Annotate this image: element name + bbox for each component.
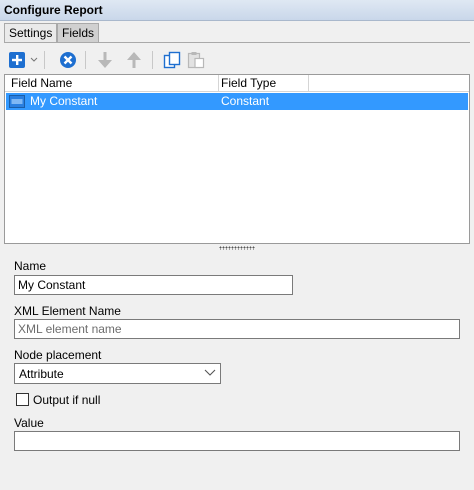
column-separator[interactable]	[308, 75, 309, 91]
tab-divider	[4, 42, 470, 43]
table-row[interactable]: My Constant Constant	[6, 93, 468, 110]
paste-button[interactable]	[185, 49, 207, 71]
tab-settings[interactable]: Settings	[4, 23, 57, 42]
toolbar-separator	[152, 51, 153, 69]
output-if-null-checkbox[interactable]	[16, 393, 29, 406]
add-icon	[9, 52, 25, 68]
paste-icon	[187, 52, 205, 69]
name-input[interactable]	[14, 275, 293, 295]
fields-grid[interactable]: Field Name Field Type My Constant Consta…	[4, 74, 470, 244]
grid-header: Field Name Field Type	[5, 75, 469, 92]
chevron-down-icon	[204, 369, 216, 376]
value-input[interactable]	[14, 431, 460, 451]
copy-button[interactable]	[161, 49, 183, 71]
node-placement-value: Attribute	[19, 367, 64, 381]
remove-icon	[60, 52, 76, 68]
abc-icon	[9, 95, 25, 108]
column-separator[interactable]	[218, 75, 219, 91]
window-titlebar: Configure Report	[0, 0, 474, 21]
cell-field-name: My Constant	[30, 94, 98, 108]
remove-field-button[interactable]	[57, 49, 79, 71]
copy-icon	[163, 51, 181, 69]
value-label: Value	[14, 416, 44, 430]
xml-element-name-input[interactable]	[14, 319, 460, 339]
name-label: Name	[14, 259, 47, 273]
add-field-button[interactable]	[6, 49, 28, 71]
add-field-dropdown[interactable]	[28, 49, 40, 71]
move-down-icon	[98, 52, 112, 68]
move-up-icon	[127, 52, 141, 68]
window-title: Configure Report	[4, 3, 103, 17]
tab-fields[interactable]: Fields	[57, 23, 99, 42]
move-down-button[interactable]	[94, 49, 116, 71]
cell-field-type: Constant	[221, 94, 270, 108]
output-if-null-label: Output if null	[33, 393, 101, 407]
column-header-field-name[interactable]: Field Name	[11, 76, 72, 90]
xml-element-name-label: XML Element Name	[14, 304, 121, 318]
node-placement-select[interactable]: Attribute	[14, 363, 221, 384]
dropdown-chevron-icon	[30, 57, 38, 62]
move-up-button[interactable]	[123, 49, 145, 71]
splitter-handle[interactable]	[219, 246, 255, 250]
fields-toolbar	[4, 47, 470, 73]
toolbar-separator	[85, 51, 86, 69]
toolbar-separator	[44, 51, 45, 69]
node-placement-label: Node placement	[14, 348, 102, 362]
column-header-field-type[interactable]: Field Type	[221, 76, 276, 90]
